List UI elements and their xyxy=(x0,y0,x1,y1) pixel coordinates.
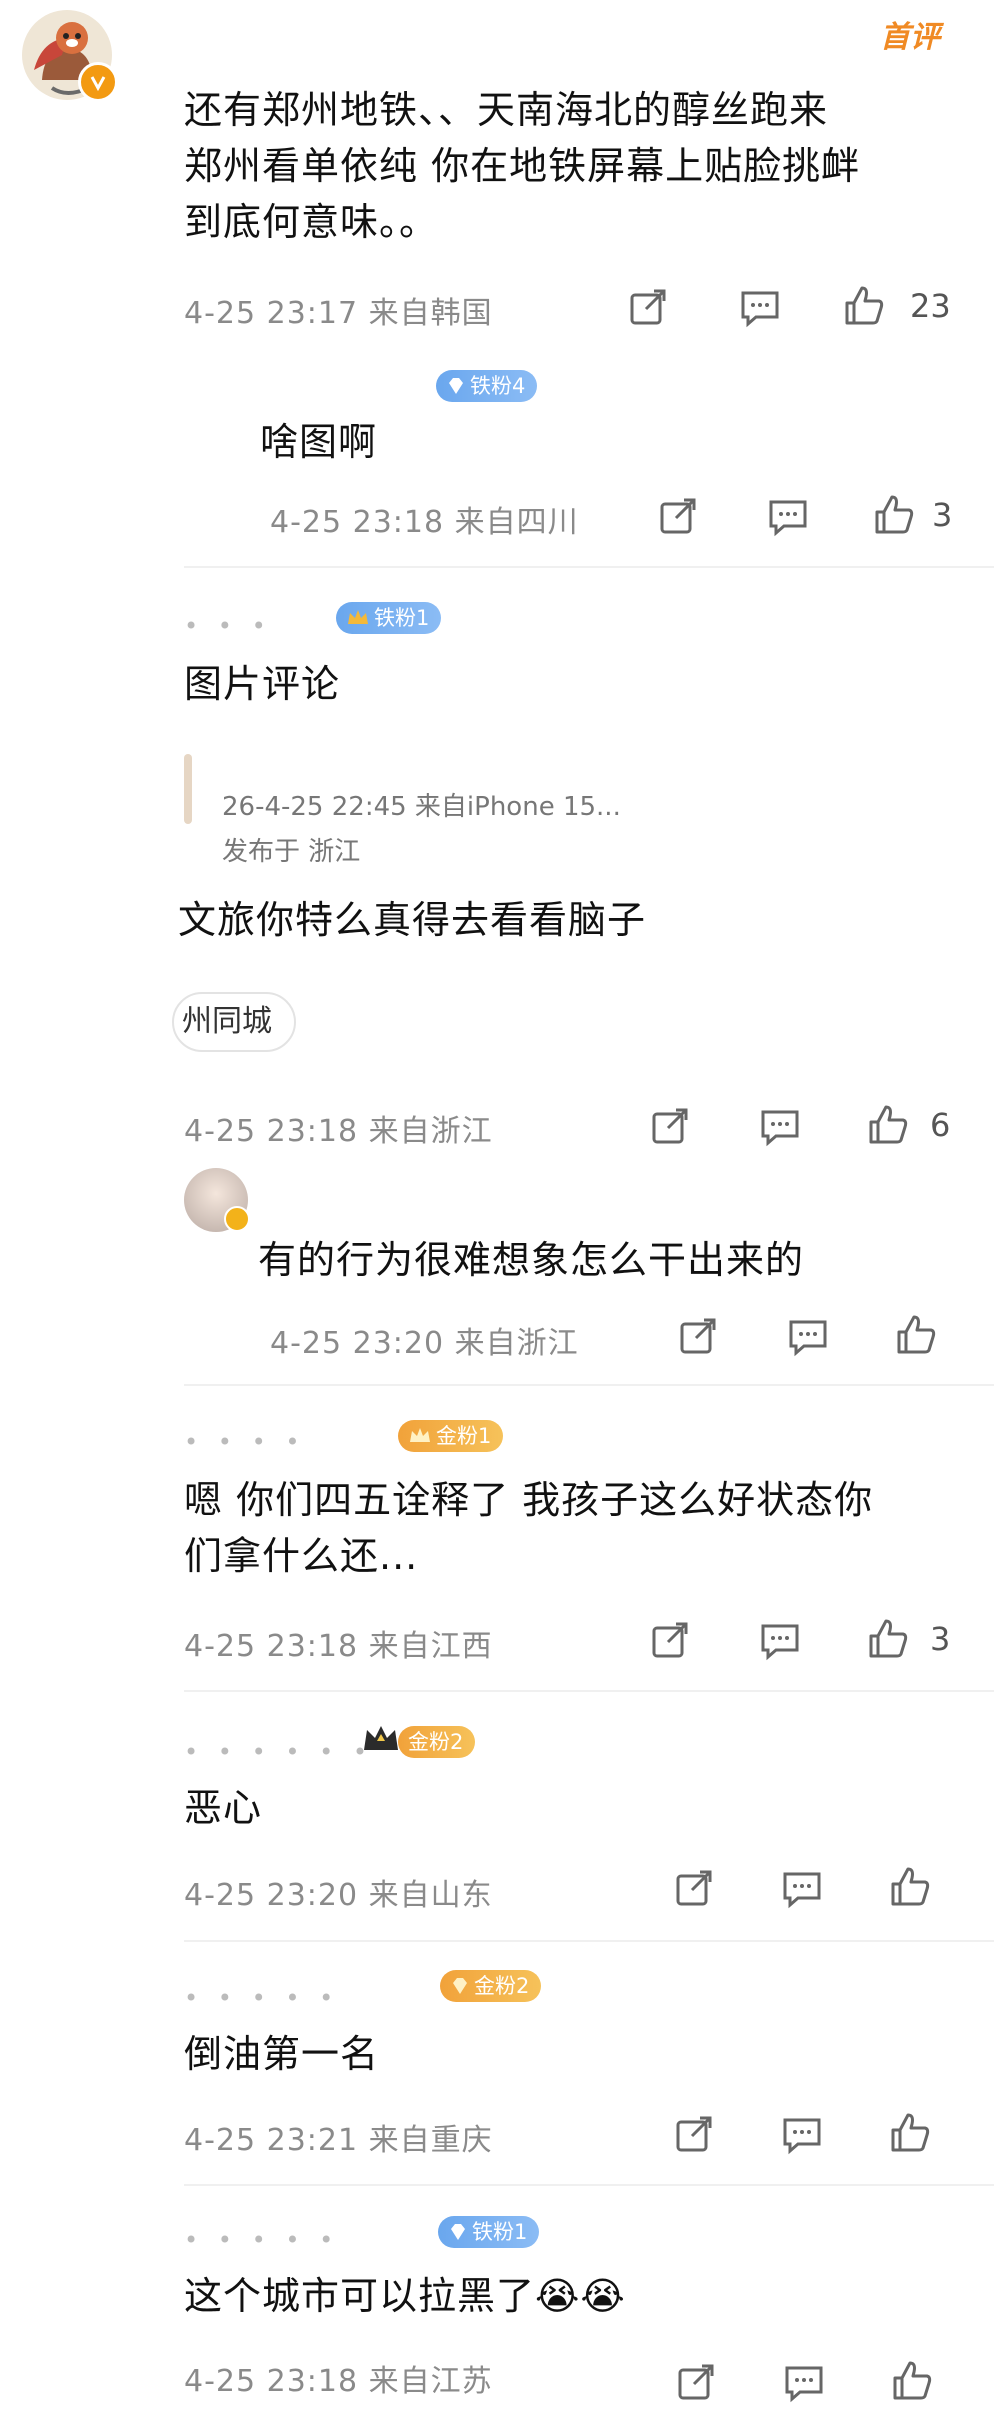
topic-chip[interactable]: 州同城 xyxy=(172,992,296,1052)
like-icon[interactable] xyxy=(888,2110,932,2154)
crown-icon xyxy=(364,1726,398,1750)
comment-text: 倒油第一名 xyxy=(184,2032,380,2076)
quoted-location: 发布于 浙江 xyxy=(222,837,361,867)
like-icon[interactable] xyxy=(890,2358,934,2402)
quoted-text: 文旅你特么真得去看看脑子 xyxy=(178,898,647,942)
diamond-icon xyxy=(449,378,463,394)
like-count: 3 xyxy=(932,496,953,534)
username-blurred: • • • • xyxy=(184,1428,306,1456)
quoted-meta: 26-4-25 22:45 来自iPhone 15... xyxy=(222,792,621,822)
share-icon[interactable] xyxy=(672,1866,716,1910)
username-blurred: • • • • • xyxy=(184,2226,340,2254)
comment-text: 恶心 xyxy=(184,1786,263,1830)
crown-icon xyxy=(410,1428,430,1442)
divider xyxy=(184,566,994,568)
like-icon[interactable] xyxy=(872,492,916,536)
username-blurred: • • • xyxy=(184,612,272,640)
share-icon[interactable] xyxy=(672,2112,716,2156)
comment-text: 有的行为很难想象怎么干出来的 xyxy=(258,1238,805,1282)
share-icon[interactable] xyxy=(648,1618,692,1662)
comment-meta: 4-25 23:20 来自山东 xyxy=(184,1878,493,1913)
comment-icon[interactable] xyxy=(758,1618,802,1662)
like-icon[interactable] xyxy=(866,1616,910,1660)
comment-meta: 4-25 23:18 来自江苏 xyxy=(184,2364,493,2399)
fan-badge: 金粉2 xyxy=(440,1970,542,2002)
comment-meta: 4-25 23:18 来自浙江 xyxy=(184,1114,493,1149)
fan-badge: 金粉2 xyxy=(398,1726,476,1758)
diamond-icon xyxy=(453,1978,467,1994)
comment-icon[interactable] xyxy=(780,1866,824,1910)
fan-badge: 金粉1 xyxy=(398,1420,504,1452)
verified-icon xyxy=(224,1206,250,1232)
comment-icon[interactable] xyxy=(766,494,810,538)
comment-icon[interactable] xyxy=(738,285,782,329)
diamond-icon xyxy=(451,2224,465,2240)
like-count: 6 xyxy=(930,1106,951,1144)
like-icon[interactable] xyxy=(888,1864,932,1908)
quoted-card[interactable]: 26-4-25 22:45 来自iPhone 15... 发布于 浙江 xyxy=(184,748,784,878)
comment-text: 嗯 你们四五诠释了 我孩子这么好状态你 们拿什么还... xyxy=(184,1478,874,1578)
fan-badge: 铁粉1 xyxy=(438,2216,540,2248)
crown-icon xyxy=(348,610,368,624)
divider xyxy=(184,2184,994,2186)
fan-badge: 铁粉4 xyxy=(436,370,538,402)
share-icon[interactable] xyxy=(648,1104,692,1148)
comment-meta: 4-25 23:21 来自重庆 xyxy=(184,2123,493,2158)
comment-meta: 4-25 23:17 来自韩国 xyxy=(184,296,493,331)
divider xyxy=(184,1690,994,1692)
comment-text: 还有郑州地铁、、天南海北的醇丝跑来 郑州看单依纯 你在地铁屏幕上贴脸挑衅 到底何… xyxy=(184,88,861,244)
username-blurred: • • • • • • xyxy=(184,1738,374,1766)
comment-icon[interactable] xyxy=(786,1314,830,1358)
username-blurred: • • • • • xyxy=(184,1984,340,2012)
like-count: 3 xyxy=(930,1620,951,1658)
verified-icon xyxy=(78,62,118,102)
share-icon[interactable] xyxy=(626,285,670,329)
like-count: 23 xyxy=(910,287,951,325)
like-icon[interactable] xyxy=(842,283,886,327)
like-icon[interactable] xyxy=(866,1102,910,1146)
divider xyxy=(184,1940,994,1942)
comment-text: 这个城市可以拉黑了😭😭 xyxy=(184,2274,626,2318)
first-review-tag: 首评 xyxy=(880,20,940,55)
share-icon[interactable] xyxy=(656,494,700,538)
quoted-avatar xyxy=(184,754,192,824)
comment-meta: 4-25 23:18 来自四川 xyxy=(270,505,579,540)
comment-meta: 4-25 23:20 来自浙江 xyxy=(270,1326,579,1361)
divider xyxy=(184,1384,994,1386)
comment-icon[interactable] xyxy=(758,1104,802,1148)
comment-icon[interactable] xyxy=(782,2360,826,2404)
share-icon[interactable] xyxy=(674,2360,718,2404)
fan-badge: 铁粉1 xyxy=(336,602,442,634)
comment-icon[interactable] xyxy=(780,2112,824,2156)
share-icon[interactable] xyxy=(676,1314,720,1358)
comment-text: 图片评论 xyxy=(184,662,341,706)
like-icon[interactable] xyxy=(894,1312,938,1356)
comment-meta: 4-25 23:18 来自江西 xyxy=(184,1629,493,1664)
comment-text: 啥图啊 xyxy=(260,420,378,464)
